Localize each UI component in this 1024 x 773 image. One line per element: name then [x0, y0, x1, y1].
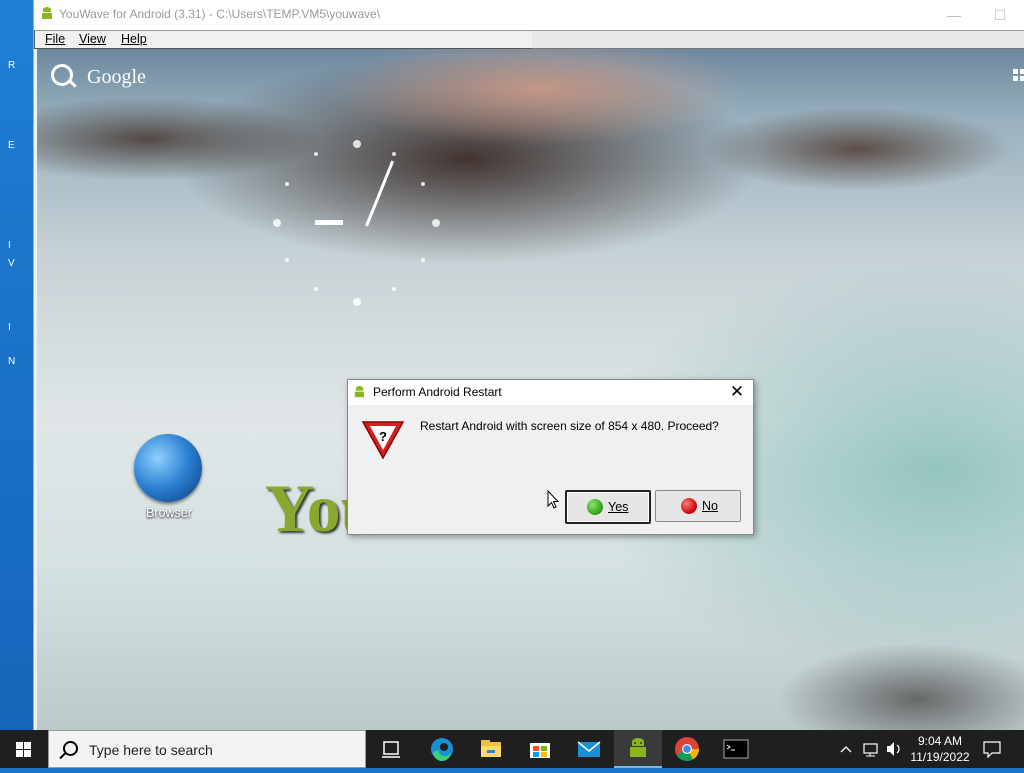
volume-icon[interactable]: [884, 730, 904, 768]
desktop-glyph: V: [8, 258, 15, 269]
warning-question-icon: ?: [361, 421, 405, 460]
red-ball-icon: [681, 498, 697, 514]
dialog-title: Perform Android Restart: [373, 385, 502, 399]
desktop-glyph: E: [8, 140, 15, 151]
android-icon: [42, 7, 52, 19]
chrome-icon[interactable]: [663, 730, 711, 768]
menu-bar-spacer: [532, 30, 1024, 49]
svg-text:?: ?: [379, 429, 387, 444]
start-button[interactable]: [0, 730, 48, 768]
green-ball-icon: [587, 499, 603, 515]
clock-time: 9:04 AM: [917, 734, 963, 748]
yes-label: Yes: [608, 500, 629, 514]
file-explorer-icon[interactable]: [467, 730, 515, 768]
windows-logo-icon: [16, 742, 31, 757]
dialog-titlebar[interactable]: Perform Android Restart ✕: [348, 380, 753, 405]
mail-icon[interactable]: [565, 730, 613, 768]
restart-dialog: Perform Android Restart ✕ ? Restart Andr…: [347, 379, 754, 535]
taskbar-search-box[interactable]: Type here to search: [48, 730, 366, 768]
no-button[interactable]: No: [655, 490, 741, 522]
desktop-background: R E I V I N: [0, 0, 34, 730]
desktop-glyph: I: [8, 322, 11, 333]
analog-clock-widget[interactable]: [273, 140, 440, 306]
menu-bar: File View Help: [34, 30, 533, 49]
terminal-icon[interactable]: [712, 730, 760, 768]
edge-browser-icon[interactable]: [418, 730, 466, 768]
show-hidden-icons-chevron-icon[interactable]: [838, 730, 854, 768]
window-titlebar[interactable]: YouWave for Android (3.31) - C:\Users\TE…: [34, 0, 1024, 30]
yes-button[interactable]: Yes: [565, 490, 651, 524]
dialog-close-button[interactable]: ✕: [725, 381, 749, 403]
taskbar: Type here to search 9:04 AM 11/19/2022: [0, 730, 1024, 768]
task-view-icon[interactable]: [367, 730, 415, 768]
menu-view[interactable]: View: [79, 32, 106, 46]
clock-hour-hand: [315, 220, 343, 225]
android-icon: [354, 386, 365, 398]
minimize-button[interactable]: —: [931, 0, 977, 30]
taskbar-clock[interactable]: 9:04 AM 11/19/2022: [905, 733, 975, 765]
google-search-bar[interactable]: Google: [51, 64, 171, 94]
youwave-taskbar-icon[interactable]: [614, 730, 662, 768]
network-icon[interactable]: [861, 730, 881, 768]
window-title: YouWave for Android (3.31) - C:\Users\TE…: [59, 7, 381, 21]
clock-minute-hand: [365, 160, 395, 227]
browser-app-label: Browser: [146, 506, 192, 520]
search-icon: [63, 741, 78, 756]
menu-help[interactable]: Help: [121, 32, 147, 46]
notifications-icon[interactable]: [980, 730, 1004, 768]
desktop-glyph: R: [8, 60, 16, 71]
search-icon: [51, 64, 73, 86]
mouse-cursor-icon: [547, 490, 559, 509]
dialog-message: Restart Android with screen size of 854 …: [420, 419, 719, 433]
google-label: Google: [87, 66, 146, 88]
youwave-window: YouWave for Android (3.31) - C:\Users\TE…: [33, 0, 1024, 730]
menu-file[interactable]: File: [45, 32, 65, 46]
store-icon[interactable]: [516, 730, 564, 768]
clock-date: 11/19/2022: [910, 750, 970, 764]
search-placeholder: Type here to search: [89, 742, 213, 758]
desktop-glyph: I: [8, 240, 11, 251]
app-drawer-icon[interactable]: [1013, 69, 1024, 87]
no-label: No: [702, 499, 718, 513]
desktop-glyph: N: [8, 356, 16, 367]
maximize-button[interactable]: ☐: [977, 0, 1023, 30]
browser-app-icon[interactable]: [134, 434, 202, 502]
